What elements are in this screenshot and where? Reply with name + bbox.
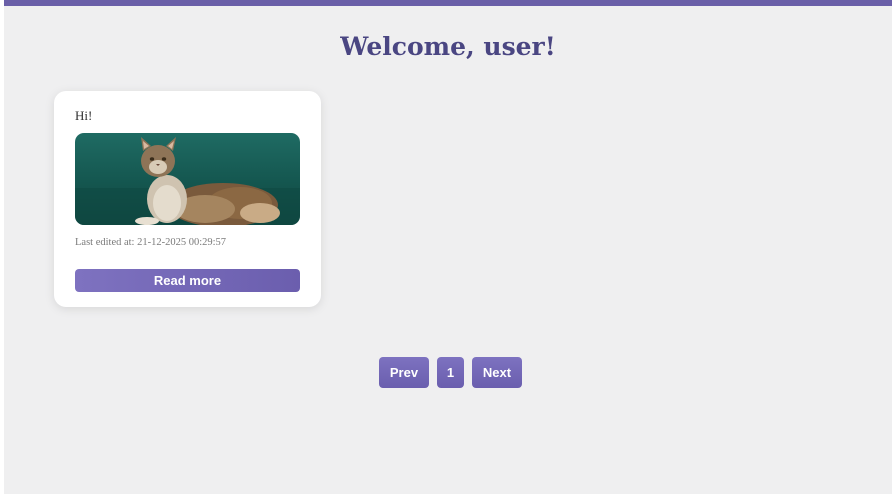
post-image (75, 133, 300, 225)
read-more-button[interactable]: Read more (75, 269, 300, 292)
post-card: Hi! Last edited at: 21-12-2025 00:29:57 … (54, 91, 321, 307)
post-title: Hi! (75, 108, 93, 123)
page-title: Welcome, user! (340, 32, 556, 61)
page-1-button[interactable]: 1 (437, 357, 464, 388)
cat-photo-icon (75, 137, 300, 225)
pagination: Prev 1 Next (4, 357, 892, 388)
next-page-button[interactable]: Next (472, 357, 522, 388)
post-last-edited: Last edited at: 21-12-2025 00:29:57 (75, 237, 227, 248)
prev-page-button[interactable]: Prev (379, 357, 429, 388)
page: Welcome, user! Hi! Last edited at: 21-12… (4, 0, 892, 494)
